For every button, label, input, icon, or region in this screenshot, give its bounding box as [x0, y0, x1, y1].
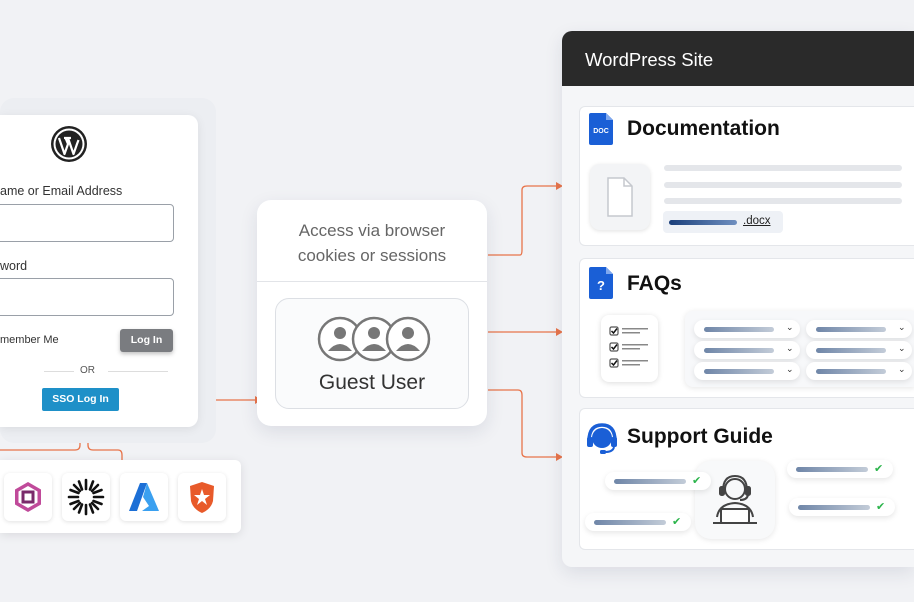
- guest-user-box: Guest User: [275, 298, 469, 409]
- docx-progress-bar: [669, 220, 737, 225]
- access-divider: [257, 281, 487, 282]
- password-label: word: [0, 259, 28, 273]
- chevron-down-icon: ⌄: [898, 344, 906, 354]
- support-guide-title: Support Guide: [627, 425, 773, 448]
- document-thumbnail: [590, 164, 650, 230]
- documentation-title: Documentation: [627, 117, 780, 140]
- access-caption-line1: Access via browser: [298, 221, 446, 240]
- docx-file-pill[interactable]: .docx: [663, 211, 783, 233]
- doc-text-line-3: [664, 198, 902, 204]
- cognito-icon[interactable]: [4, 473, 52, 521]
- faq-dropdown[interactable]: ⌄: [694, 341, 800, 359]
- idp-icon-strip: [0, 460, 241, 533]
- support-item[interactable]: ✔: [789, 498, 895, 516]
- faq-badge: ?: [597, 278, 605, 293]
- site-header: WordPress Site: [562, 31, 914, 86]
- chevron-down-icon: ⌄: [786, 323, 794, 333]
- check-icon: ✔: [692, 474, 702, 487]
- password-input[interactable]: [0, 278, 174, 316]
- headset-support-icon: [585, 421, 619, 460]
- access-card: Access via browser cookies or sessions G…: [257, 200, 487, 426]
- faq-dropdown[interactable]: ⌄: [806, 341, 912, 359]
- support-item[interactable]: ✔: [787, 460, 893, 478]
- faq-file-icon: ?: [589, 267, 613, 304]
- faq-dropdown[interactable]: ⌄: [694, 362, 800, 380]
- or-text: OR: [80, 365, 95, 376]
- chevron-down-icon: ⌄: [786, 344, 794, 354]
- doc-text-line-1: [664, 165, 902, 171]
- sso-login-button[interactable]: SSO Log In: [42, 388, 119, 411]
- faq-dropdown[interactable]: ⌄: [694, 320, 800, 338]
- faq-dropdown-grid: ⌄ ⌄ ⌄ ⌄ ⌄ ⌄: [685, 311, 914, 387]
- support-item[interactable]: ✔: [605, 472, 711, 490]
- username-label: ame or Email Address: [0, 184, 123, 198]
- login-button[interactable]: Log In: [120, 329, 173, 352]
- access-caption-line2: cookies or sessions: [297, 246, 447, 265]
- wordpress-site-panel: WordPress Site DOC Documentation .docx ?…: [562, 31, 914, 567]
- check-icon: ✔: [672, 515, 682, 528]
- auth0-icon[interactable]: [178, 473, 226, 521]
- support-item[interactable]: ✔: [585, 513, 691, 531]
- wordpress-logo-icon: [50, 125, 88, 168]
- remember-me-label[interactable]: member Me: [0, 334, 59, 346]
- faqs-section: ? FAQs ⌄ ⌄ ⌄ ⌄ ⌄ ⌄: [579, 258, 914, 398]
- faqs-title: FAQs: [627, 272, 682, 295]
- chevron-down-icon: ⌄: [786, 365, 794, 375]
- docx-extension: .docx: [743, 215, 771, 227]
- check-icon: ✔: [874, 462, 884, 475]
- faq-dropdown[interactable]: ⌄: [806, 362, 912, 380]
- guest-users-icon: [316, 315, 432, 368]
- or-divider-right: [108, 371, 168, 372]
- check-icon: ✔: [876, 500, 886, 513]
- chevron-down-icon: ⌄: [898, 365, 906, 375]
- or-divider-left: [44, 371, 74, 372]
- documentation-section: DOC Documentation .docx: [579, 106, 914, 246]
- azure-icon[interactable]: [120, 473, 168, 521]
- guest-user-label: Guest User: [318, 371, 426, 394]
- username-input[interactable]: [0, 204, 174, 242]
- site-title: WordPress Site: [585, 49, 714, 70]
- doc-badge: DOC: [593, 128, 609, 135]
- login-panel: ame or Email Address word member Me Log …: [0, 115, 198, 427]
- checklist-card: [601, 315, 658, 382]
- chevron-down-icon: ⌄: [898, 323, 906, 333]
- support-guide-section: Support Guide ✔ ✔ ✔ ✔: [579, 408, 914, 550]
- faq-dropdown[interactable]: ⌄: [806, 320, 912, 338]
- doc-file-icon: DOC: [589, 113, 613, 150]
- doc-text-line-2: [664, 182, 902, 188]
- okta-icon[interactable]: [62, 473, 110, 521]
